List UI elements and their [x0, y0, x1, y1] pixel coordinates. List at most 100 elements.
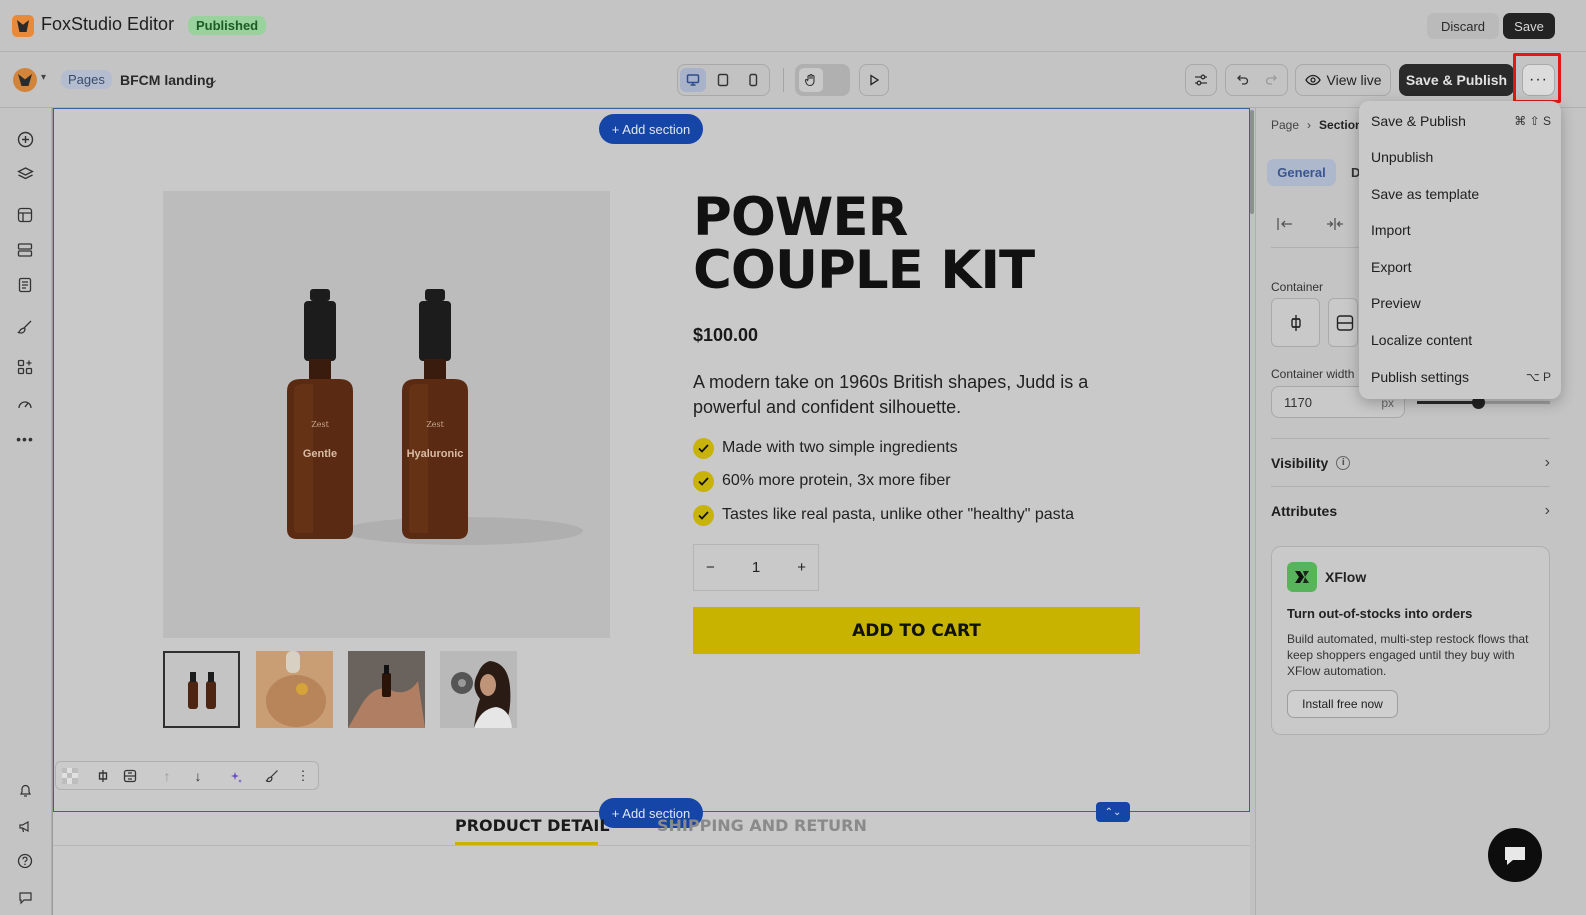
- more-options-menu: Save & Publish ⌘ ⇧ S Unpublish Save as t…: [1359, 101, 1561, 399]
- tab-shipping-return[interactable]: SHIPPING AND RETURN: [657, 816, 867, 835]
- align-center-icon[interactable]: [1325, 214, 1345, 234]
- app-header: FoxStudio Editor Published Discard Save: [0, 0, 1586, 52]
- editor-canvas[interactable]: + Add section Zest Gentle Zest Hyaluroni…: [53, 108, 1250, 915]
- vertical-align-icon[interactable]: [94, 767, 112, 785]
- menu-item-preview[interactable]: Preview: [1371, 291, 1551, 315]
- menu-item-save-as-template[interactable]: Save as template: [1371, 182, 1551, 206]
- element-toolbar: ↑ ↓ ⋮: [55, 761, 319, 790]
- chat-support-icon[interactable]: [1488, 828, 1542, 882]
- product-thumbnail[interactable]: [440, 651, 517, 728]
- quantity-decrease-button[interactable]: −: [706, 559, 715, 576]
- help-icon[interactable]: [16, 852, 34, 870]
- product-thumbnail[interactable]: [256, 651, 333, 728]
- attributes-row[interactable]: Attributes ›: [1271, 496, 1550, 526]
- breadcrumb-page[interactable]: Page: [1271, 118, 1299, 132]
- feature-item[interactable]: 60% more protein, 3x more fiber: [693, 469, 951, 493]
- preview-play-icon[interactable]: [859, 64, 889, 96]
- pages-chip[interactable]: Pages: [61, 70, 112, 89]
- tabs-divider: [53, 845, 1250, 846]
- undo-icon[interactable]: [1229, 73, 1257, 87]
- xflow-logo-icon: [1287, 562, 1317, 592]
- chat-feedback-icon[interactable]: [16, 888, 34, 906]
- product-price[interactable]: $100.00: [693, 325, 758, 346]
- theme-brush-icon[interactable]: [16, 318, 34, 336]
- desktop-view-icon[interactable]: [680, 68, 706, 92]
- undo-redo-group: [1225, 64, 1288, 96]
- bottle-brand-right: Zest: [426, 420, 444, 429]
- feature-text: Tastes like real pasta, unlike other "he…: [722, 506, 1074, 523]
- quantity-stepper: − 1 +: [693, 544, 819, 591]
- transparency-checker-icon[interactable]: [61, 767, 79, 785]
- xflow-name: XFlow: [1325, 569, 1367, 585]
- move-down-icon[interactable]: ↓: [189, 767, 207, 785]
- interaction-mode-toggle[interactable]: [795, 64, 850, 96]
- feature-item[interactable]: Made with two simple ingredients: [693, 436, 958, 460]
- notifications-bell-icon[interactable]: [16, 781, 34, 799]
- add-to-cart-button[interactable]: ADD TO CART: [693, 607, 1140, 654]
- product-thumbnail[interactable]: [348, 651, 425, 728]
- ai-sparkle-icon[interactable]: [226, 767, 244, 785]
- panel-divider: [1271, 438, 1550, 439]
- product-description[interactable]: A modern take on 1960s British shapes, J…: [693, 370, 1113, 420]
- menu-item-export[interactable]: Export: [1371, 255, 1551, 279]
- shortcut-hint: ⌥ P: [1525, 370, 1551, 384]
- menu-item-import[interactable]: Import: [1371, 218, 1551, 242]
- avatar[interactable]: [13, 68, 37, 92]
- speed-gauge-icon[interactable]: [16, 395, 34, 413]
- menu-item-label: Export: [1371, 259, 1412, 275]
- menu-item-label: Save & Publish: [1371, 113, 1466, 129]
- mobile-view-icon[interactable]: [740, 68, 766, 92]
- breadcrumb-section[interactable]: Section: [1319, 118, 1362, 132]
- view-live-button[interactable]: View live: [1295, 64, 1391, 96]
- tab-product-detail[interactable]: PRODUCT DETAIL: [455, 816, 610, 835]
- menu-item-label: Localize content: [1371, 332, 1473, 348]
- install-free-button[interactable]: Install free now: [1287, 690, 1398, 718]
- tab-general[interactable]: General: [1267, 159, 1336, 186]
- save-publish-button[interactable]: Save & Publish: [1399, 64, 1514, 96]
- stack-layout-icon[interactable]: [121, 767, 139, 785]
- apps-icon[interactable]: [16, 358, 34, 376]
- device-switcher: [677, 64, 770, 96]
- product-main-image[interactable]: Zest Gentle Zest Hyaluronic: [163, 191, 610, 638]
- menu-item-publish-settings[interactable]: Publish settings ⌥ P: [1371, 365, 1551, 389]
- add-element-icon[interactable]: [16, 130, 34, 148]
- more-tools-icon[interactable]: •••: [16, 430, 34, 448]
- tablet-view-icon[interactable]: [710, 68, 736, 92]
- sections-icon[interactable]: [16, 241, 34, 259]
- page-selector[interactable]: BFCM landing: [120, 72, 214, 88]
- quantity-value[interactable]: 1: [752, 559, 760, 576]
- align-left-icon[interactable]: [1275, 214, 1295, 234]
- redo-icon[interactable]: [1257, 73, 1285, 87]
- chevron-down-icon[interactable]: ▾: [41, 72, 46, 83]
- container-stack-icon[interactable]: [1328, 298, 1358, 347]
- save-button[interactable]: Save: [1503, 13, 1555, 39]
- layout-icon[interactable]: [16, 206, 34, 224]
- layers-icon[interactable]: [16, 165, 34, 183]
- announcement-megaphone-icon[interactable]: [16, 817, 34, 835]
- feature-item[interactable]: Tastes like real pasta, unlike other "he…: [693, 503, 1074, 527]
- chevron-down-icon[interactable]: ⌄: [209, 73, 218, 86]
- move-up-icon[interactable]: ↑: [158, 767, 176, 785]
- canvas-scrollbar-thumb[interactable]: [1250, 110, 1254, 214]
- visibility-label: Visibility: [1271, 455, 1329, 471]
- status-badge: Published: [188, 16, 267, 35]
- container-vertical-icon[interactable]: [1271, 298, 1320, 347]
- check-icon: [693, 470, 714, 492]
- info-icon[interactable]: i: [1336, 456, 1351, 470]
- settings-sliders-icon[interactable]: [1185, 64, 1217, 96]
- menu-item-localize-content[interactable]: Localize content: [1371, 328, 1551, 352]
- more-vertical-icon[interactable]: ⋮: [294, 767, 312, 785]
- product-thumbnail[interactable]: [163, 651, 240, 728]
- product-title[interactable]: POWER COUPLE KIT: [693, 191, 1153, 297]
- collapse-section-icon[interactable]: ⌃⌄: [1096, 802, 1130, 822]
- hand-icon[interactable]: [799, 68, 823, 92]
- container-width-value: 1170: [1284, 395, 1312, 410]
- add-section-button-top[interactable]: + Add section: [599, 114, 703, 144]
- menu-item-save-publish[interactable]: Save & Publish ⌘ ⇧ S: [1371, 109, 1551, 133]
- discard-button[interactable]: Discard: [1427, 13, 1499, 39]
- menu-item-unpublish[interactable]: Unpublish: [1371, 145, 1551, 169]
- pages-icon[interactable]: [16, 276, 34, 294]
- visibility-row[interactable]: Visibility i ›: [1271, 448, 1550, 478]
- style-brush-icon[interactable]: [263, 767, 281, 785]
- quantity-increase-button[interactable]: +: [797, 559, 806, 576]
